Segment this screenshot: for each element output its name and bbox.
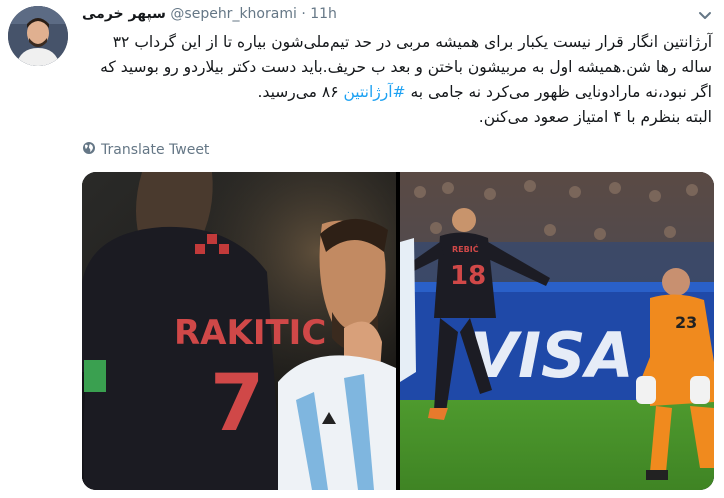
tweet-timestamp[interactable]: 11h — [310, 6, 337, 22]
tweet-text-body: آرژانتین انگار قرار نیست یکبار برای همیش… — [100, 33, 712, 101]
separator-dot: · — [301, 6, 306, 22]
jersey-number-left: 7 — [210, 359, 264, 449]
chevron-down-icon[interactable] — [697, 8, 713, 22]
keeper-number: 23 — [675, 313, 697, 332]
avatar[interactable] — [8, 6, 68, 66]
photo-right[interactable]: VISA 18 REBIĆ 23 — [400, 172, 714, 490]
jersey-number-right: 18 — [450, 261, 486, 291]
hashtag-link[interactable]: #آرژانتین — [343, 83, 405, 101]
ad-board-text: VISA — [470, 319, 634, 392]
globe-icon — [82, 141, 96, 159]
photo-left[interactable]: RAKITIC 7 — [82, 172, 396, 490]
translate-tweet-label: Translate Tweet — [101, 142, 210, 158]
jersey-name-left: RAKITIC — [174, 313, 326, 353]
translate-tweet-link[interactable]: Translate Tweet — [82, 141, 209, 159]
tweet-text: آرژانتین انگار قرار نیست یکبار برای همیش… — [82, 30, 712, 130]
tweet-header: سپهر خرمی @sepehr_khorami · 11h — [82, 6, 337, 22]
author-handle[interactable]: @sepehr_khorami — [170, 6, 296, 22]
tweet-media: RAKITIC 7 VISA 18 REBIĆ 23 — [82, 172, 714, 490]
jersey-name-right: REBIĆ — [452, 243, 479, 254]
tweet-text-last-line: البته بنظرم با ۴ امتیاز صعود می‌کنن. — [478, 108, 712, 126]
tweet-text-tail: ۸۶ می‌رسید. — [257, 83, 344, 101]
author-display-name[interactable]: سپهر خرمی — [82, 6, 166, 22]
